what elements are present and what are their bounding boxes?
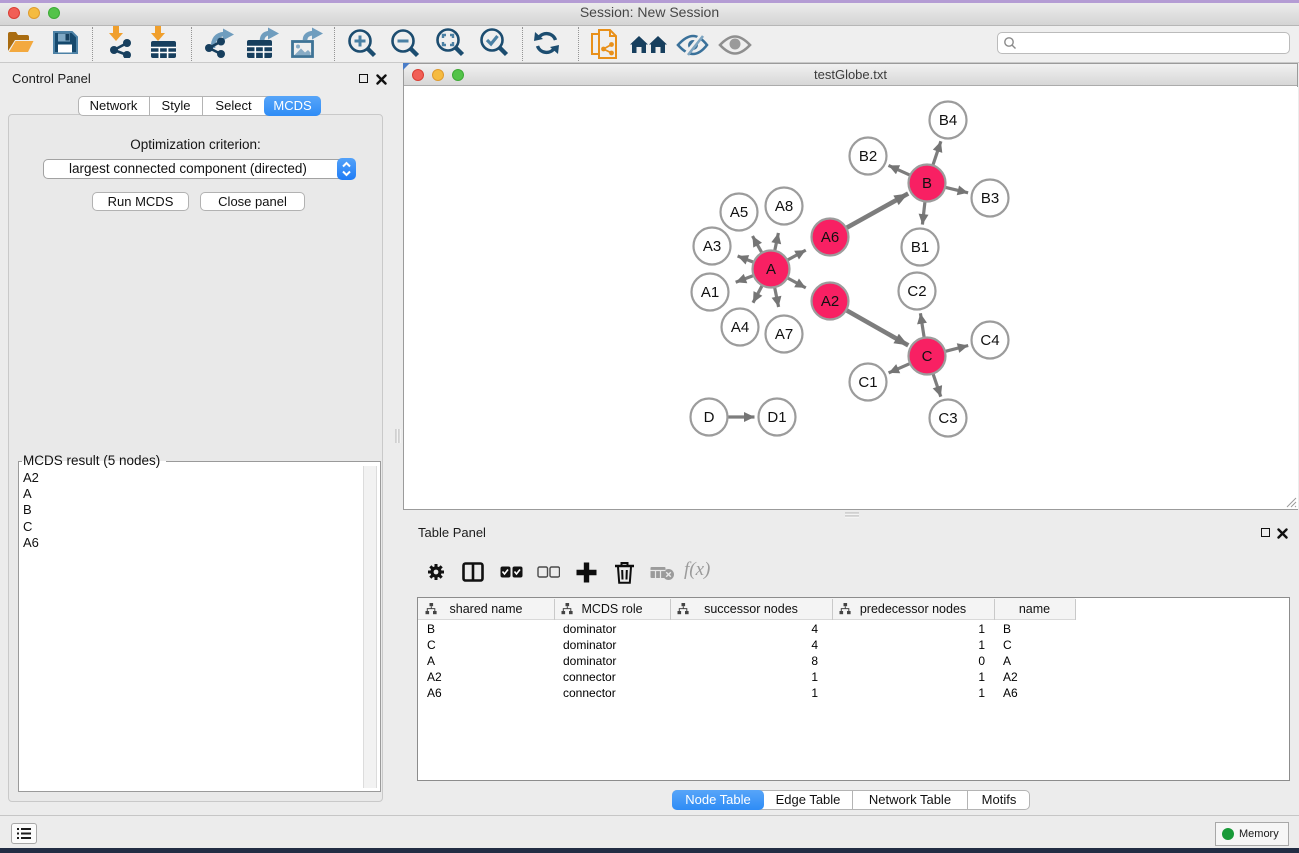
svg-text:C: C <box>922 348 933 365</box>
svg-text:C4: C4 <box>980 332 999 349</box>
svg-text:C3: C3 <box>938 410 957 427</box>
svg-text:A2: A2 <box>821 293 839 310</box>
svg-text:A8: A8 <box>775 198 793 215</box>
svg-text:B: B <box>922 175 932 192</box>
svg-text:D: D <box>704 409 715 426</box>
svg-text:A6: A6 <box>821 229 839 246</box>
svg-text:A3: A3 <box>703 238 721 255</box>
svg-text:C1: C1 <box>858 374 877 391</box>
svg-text:A4: A4 <box>731 319 749 336</box>
svg-text:A1: A1 <box>701 284 719 301</box>
svg-text:A: A <box>766 261 776 278</box>
svg-text:B3: B3 <box>981 190 999 207</box>
svg-text:A7: A7 <box>775 326 793 343</box>
svg-text:C2: C2 <box>907 283 926 300</box>
svg-text:D1: D1 <box>767 409 786 426</box>
svg-text:B2: B2 <box>859 148 877 165</box>
svg-text:A5: A5 <box>730 204 748 221</box>
svg-text:B4: B4 <box>939 112 957 129</box>
svg-text:B1: B1 <box>911 239 929 256</box>
